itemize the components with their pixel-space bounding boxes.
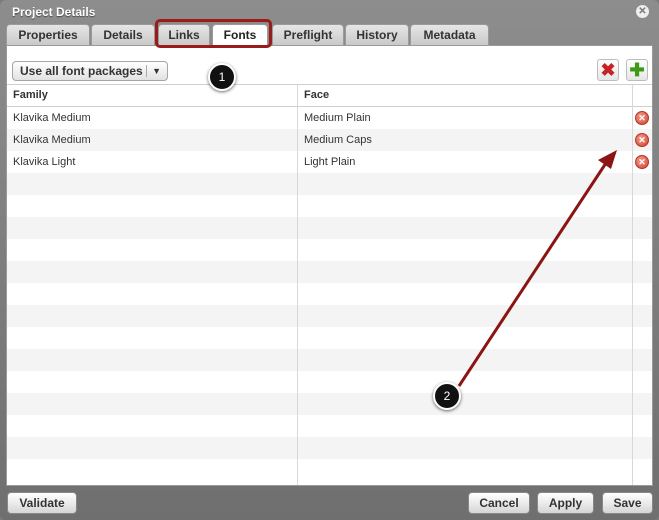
arrow-line: [457, 159, 610, 387]
project-details-dialog: Project Details ✕ Properties Details Lin…: [0, 0, 659, 520]
annotation-arrow: [457, 150, 617, 387]
step-marker-2: 2: [433, 382, 461, 410]
save-button[interactable]: Save: [602, 492, 653, 514]
arrow-head: [598, 150, 617, 169]
step-marker-1: 1: [208, 63, 236, 91]
apply-button[interactable]: Apply: [537, 492, 594, 514]
cancel-button[interactable]: Cancel: [468, 492, 530, 514]
validate-button[interactable]: Validate: [7, 492, 77, 514]
